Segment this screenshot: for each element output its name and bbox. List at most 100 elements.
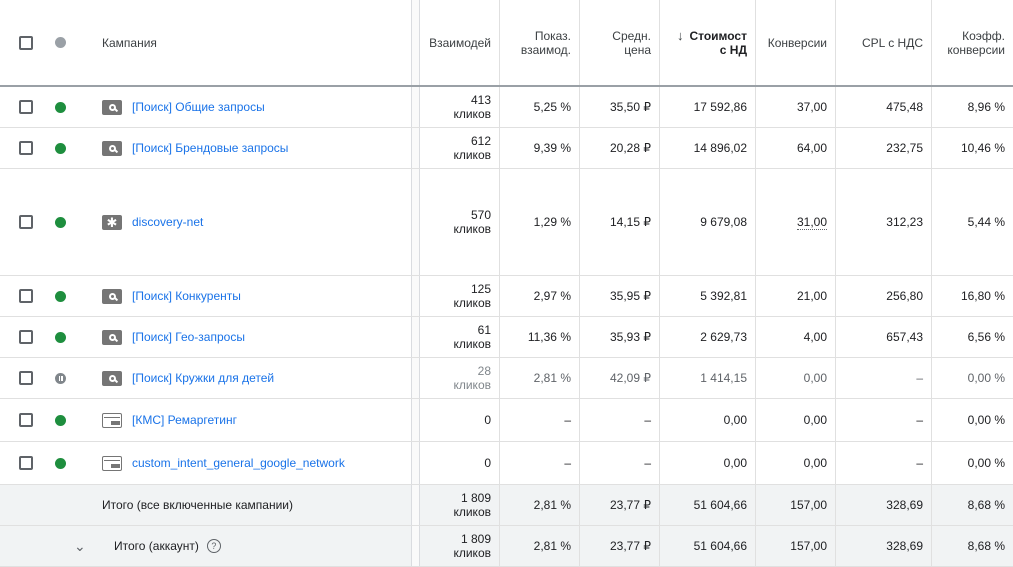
- interactions-cell: 413 кликов: [420, 87, 500, 127]
- row-select-cell[interactable]: [0, 442, 52, 484]
- campaign-name-link[interactable]: [Поиск] Общие запросы: [132, 100, 265, 114]
- status-cell[interactable]: [52, 442, 69, 484]
- enabled-status-icon[interactable]: [55, 101, 66, 113]
- conv-rate-cell: 8,68 %: [967, 498, 1005, 512]
- column-divider: [411, 399, 420, 441]
- header-campaign[interactable]: Кампания: [69, 0, 411, 85]
- row-select-cell[interactable]: [0, 128, 52, 168]
- totals-row: Итого (все включенные кампании) 1 809 кли…: [0, 485, 1013, 526]
- enabled-status-icon[interactable]: [55, 142, 66, 154]
- conversions-value[interactable]: 64,00: [797, 141, 827, 155]
- row-select-cell[interactable]: [0, 399, 52, 441]
- help-icon[interactable]: ?: [206, 539, 221, 553]
- campaign-name-link[interactable]: [Поиск] Гео-запросы: [132, 330, 245, 344]
- interactions-value: 1 809: [460, 532, 491, 546]
- campaigns-table: Кампания Взаимодей Показ. взаимод. Средн.…: [0, 0, 1013, 567]
- select-all-checkbox[interactable]: [19, 35, 33, 50]
- campaign-name-link[interactable]: [Поиск] Брендовые запросы: [132, 141, 288, 155]
- conversions-value[interactable]: 157,00: [790, 539, 827, 553]
- status-filter-icon[interactable]: [55, 37, 66, 48]
- status-cell[interactable]: [52, 399, 69, 441]
- conversions-cell: 31,00: [756, 169, 836, 275]
- interaction-rate-cell: 9,39 %: [500, 128, 580, 168]
- enabled-status-icon[interactable]: [55, 414, 66, 426]
- conversions-cell: 37,00: [756, 87, 836, 127]
- conversions-value[interactable]: 0,00: [804, 456, 827, 470]
- interactions-unit: кликов: [453, 337, 491, 351]
- enabled-status-icon[interactable]: [55, 216, 66, 228]
- status-cell[interactable]: [52, 128, 69, 168]
- conversions-cell: 21,00: [756, 276, 836, 316]
- campaign-name-cell: [Поиск] Общие запросы: [69, 87, 411, 127]
- row-select-cell[interactable]: [0, 169, 52, 275]
- conversions-value[interactable]: 157,00: [790, 498, 827, 512]
- conversions-value[interactable]: 31,00: [796, 215, 827, 230]
- header-cpl[interactable]: CPL с НДС: [836, 0, 932, 85]
- conversions-value[interactable]: 37,00: [797, 100, 827, 114]
- avg-cost-cell: 42,09 ₽: [580, 358, 660, 398]
- header-cost[interactable]: ↓ Стоимост с НД: [660, 0, 756, 85]
- header-cost-label: Стоимост с НД: [689, 29, 747, 57]
- status-cell[interactable]: [52, 358, 69, 398]
- interaction-rate-cell: 2,97 %: [500, 276, 580, 316]
- interactions-cell: 1 809 кликов: [420, 526, 500, 566]
- paused-status-icon[interactable]: [55, 372, 66, 384]
- search-campaign-icon: [102, 140, 122, 156]
- interactions-unit: кликов: [453, 222, 491, 236]
- column-divider[interactable]: [411, 0, 420, 85]
- campaign-name-cell: [Поиск] Гео-запросы: [69, 317, 411, 357]
- conversions-value[interactable]: 0,00: [804, 371, 827, 385]
- row-select-cell[interactable]: [0, 276, 52, 316]
- interactions-value: 612: [470, 134, 491, 148]
- avg-cost-cell: 23,77 ₽: [580, 526, 660, 566]
- interactions-unit: кликов: [453, 148, 491, 162]
- conversions-value[interactable]: 4,00: [804, 330, 827, 344]
- campaign-name-link[interactable]: custom_intent_general_google_network: [132, 456, 345, 470]
- conv-rate-cell: 5,44 %: [967, 215, 1005, 229]
- status-cell[interactable]: [52, 169, 69, 275]
- status-cell[interactable]: [52, 87, 69, 127]
- enabled-status-icon[interactable]: [55, 331, 66, 343]
- row-checkbox[interactable]: [19, 456, 33, 470]
- row-select-cell[interactable]: [0, 317, 52, 357]
- row-checkbox[interactable]: [19, 215, 33, 229]
- discovery-campaign-icon: ✱: [102, 214, 122, 230]
- interactions-value: 61: [477, 323, 491, 337]
- header-conv-rate[interactable]: Коэфф. конверсии: [932, 0, 1013, 85]
- status-cell[interactable]: [52, 317, 69, 357]
- campaign-name-link[interactable]: discovery-net: [132, 215, 203, 229]
- status-header[interactable]: [52, 0, 69, 85]
- campaign-name-link[interactable]: [КМС] Ремаргетинг: [132, 413, 237, 427]
- row-checkbox[interactable]: [19, 330, 33, 344]
- arrow-down-icon: ↓: [676, 28, 684, 43]
- empty-cell: [52, 485, 69, 525]
- totals-row: ⌄ Итого (аккаунт)? 1 809 кликов 2,81 % 23,…: [0, 526, 1013, 567]
- row-select-cell[interactable]: [0, 358, 52, 398]
- enabled-status-icon[interactable]: [55, 290, 66, 302]
- conversions-value[interactable]: 21,00: [797, 289, 827, 303]
- campaign-name-link[interactable]: [Поиск] Кружки для детей: [132, 371, 274, 385]
- row-checkbox[interactable]: [19, 413, 33, 427]
- conversions-value[interactable]: 0,00: [804, 413, 827, 427]
- row-checkbox[interactable]: [19, 371, 33, 385]
- enabled-status-icon[interactable]: [55, 457, 66, 469]
- campaign-name-cell: [Поиск] Конкуренты: [69, 276, 411, 316]
- header-interaction-rate[interactable]: Показ. взаимод.: [500, 0, 580, 85]
- header-avg-cost[interactable]: Средн. цена: [580, 0, 660, 85]
- row-checkbox[interactable]: [19, 289, 33, 303]
- row-checkbox[interactable]: [19, 141, 33, 155]
- totals-label: Итого (все включенные кампании): [102, 498, 293, 512]
- header-conversions[interactable]: Конверсии: [756, 0, 836, 85]
- table-row: [КМС] Ремаргетинг 0 – – 0,00 0,00 – 0,00…: [0, 399, 1013, 442]
- campaign-name-link[interactable]: [Поиск] Конкуренты: [132, 289, 241, 303]
- row-select-cell[interactable]: [0, 87, 52, 127]
- row-checkbox[interactable]: [19, 100, 33, 114]
- select-all-cell[interactable]: [0, 0, 52, 85]
- status-cell[interactable]: [52, 276, 69, 316]
- table-row: [Поиск] Кружки для детей 28 кликов 2,81 %…: [0, 358, 1013, 399]
- interaction-rate-cell: –: [500, 399, 580, 441]
- header-interactions[interactable]: Взаимодей: [420, 0, 500, 85]
- cpl-cell: –: [836, 358, 932, 398]
- chevron-down-icon[interactable]: ⌄: [74, 538, 86, 555]
- interactions-unit: кликов: [453, 107, 491, 121]
